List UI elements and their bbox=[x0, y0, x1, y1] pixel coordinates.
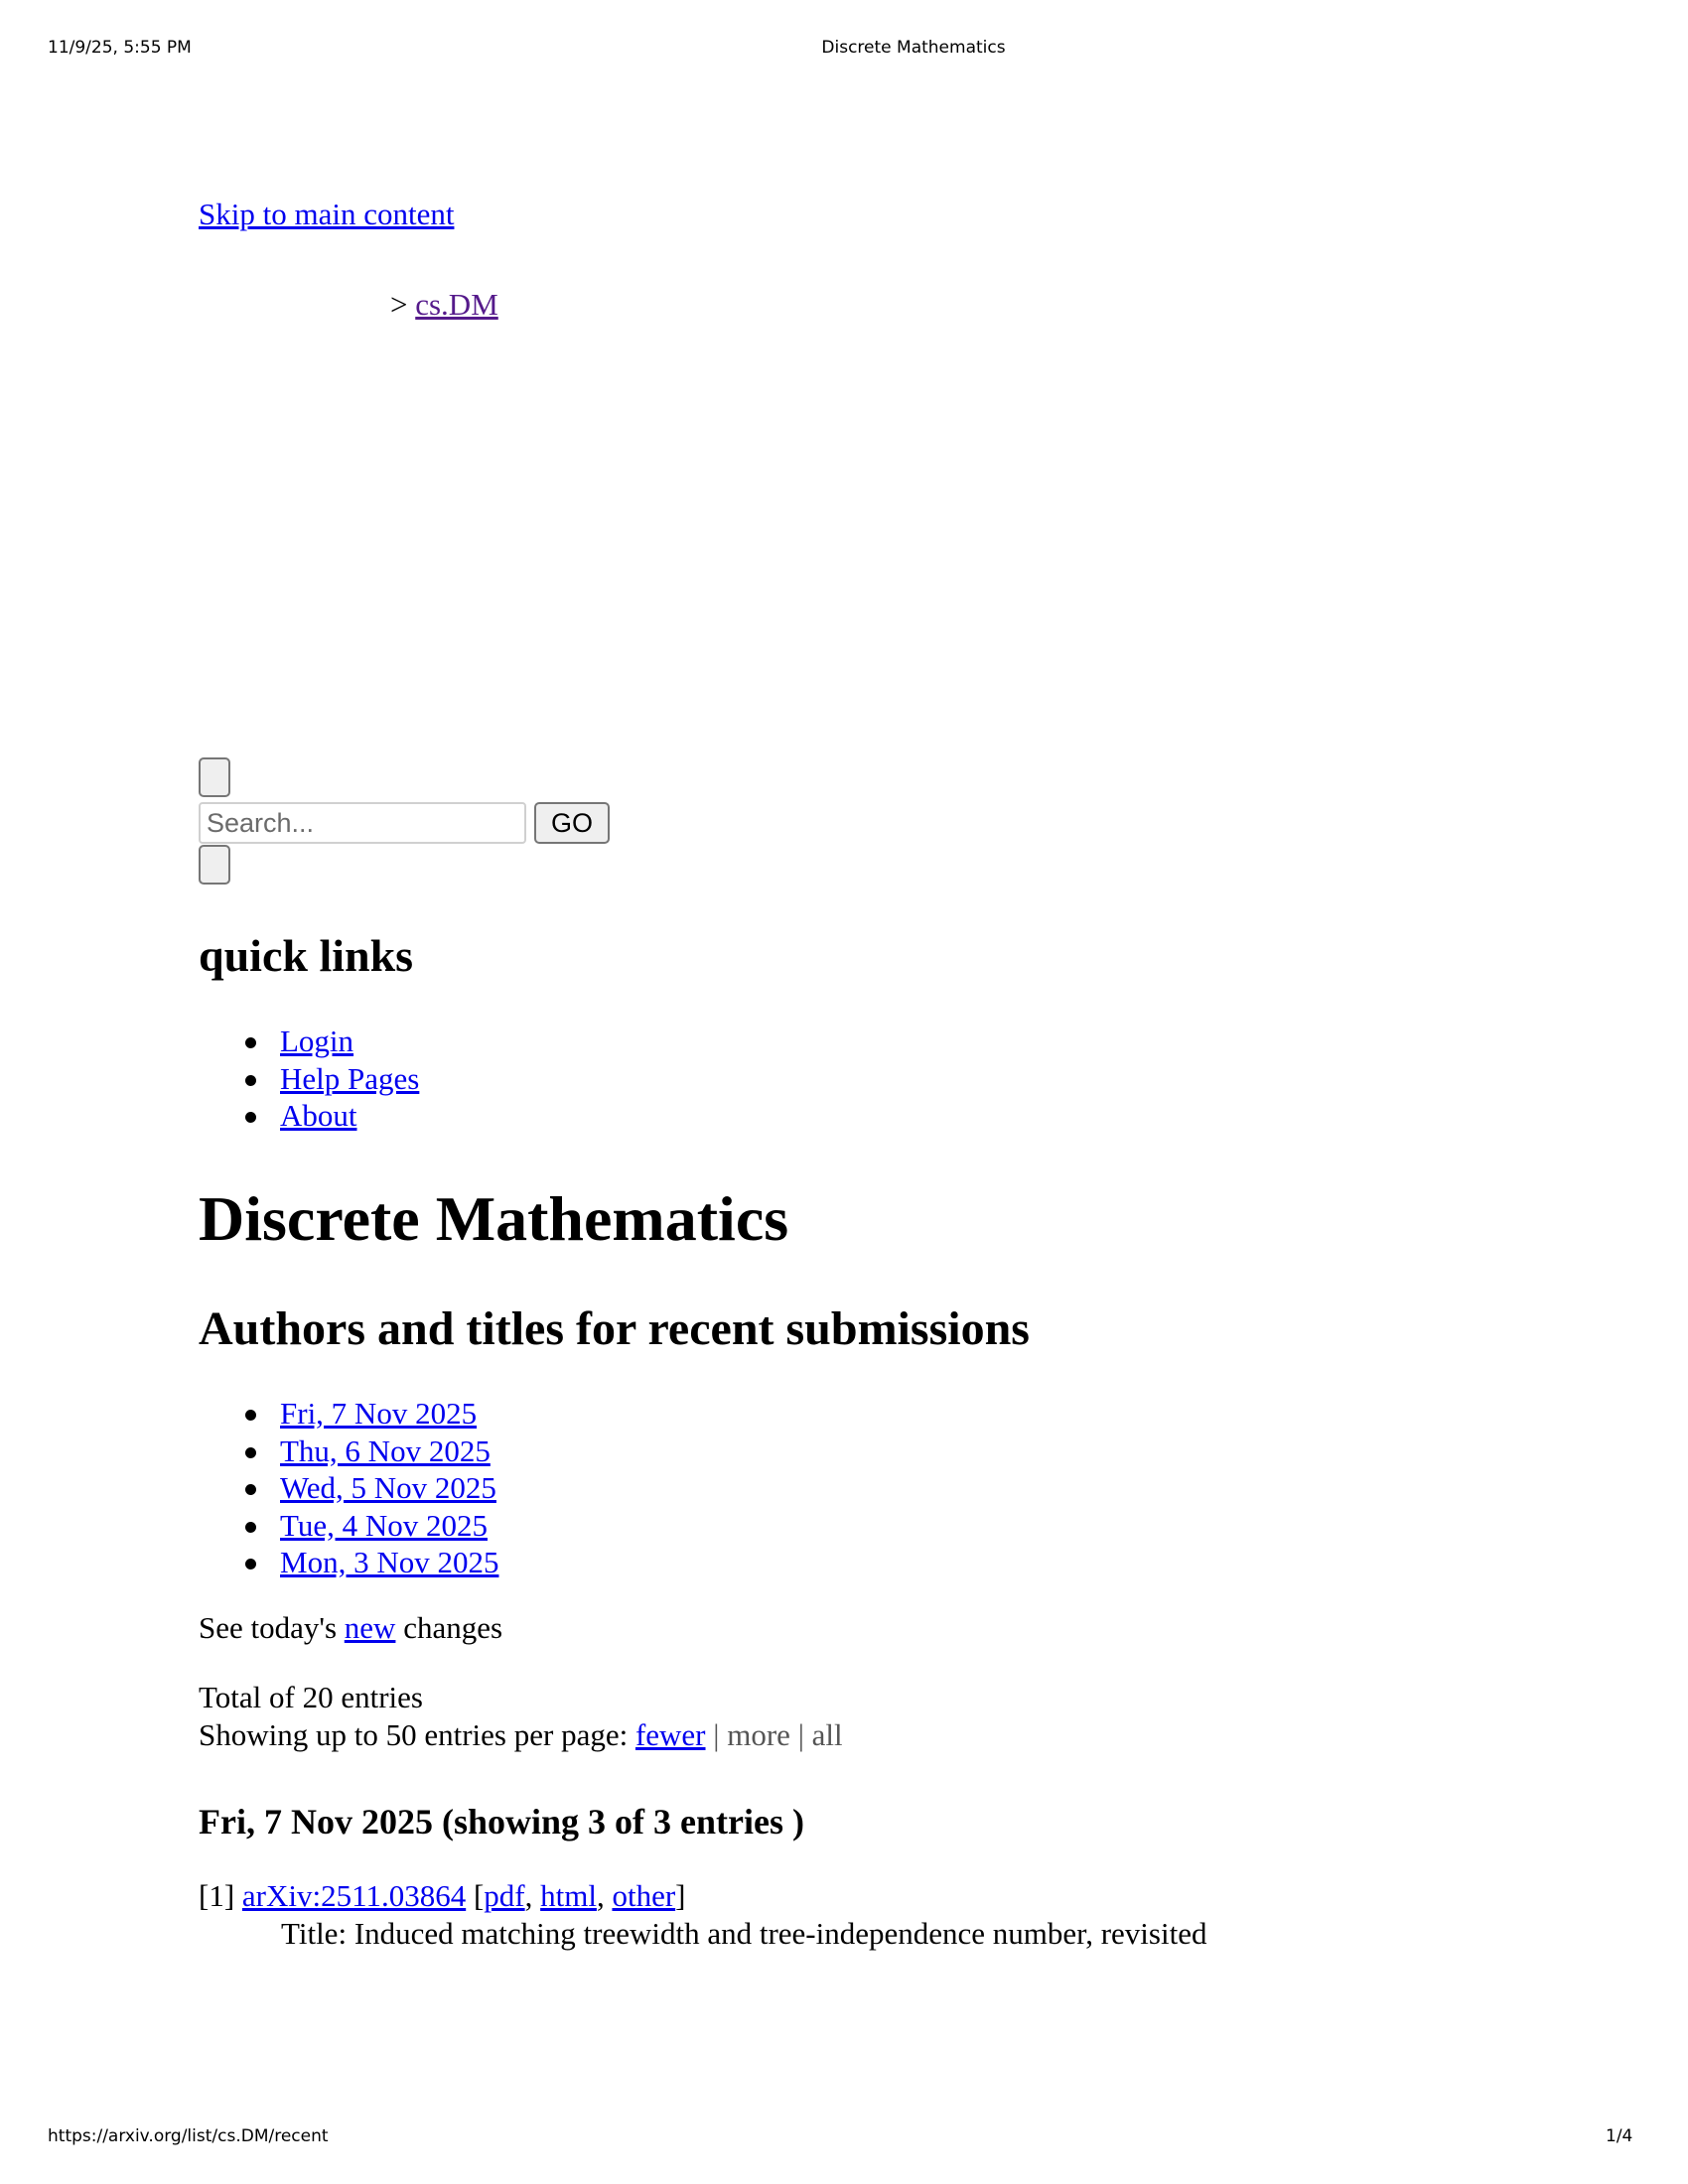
quick-links-list: Login Help Pages About bbox=[199, 1023, 419, 1135]
skip-to-main-link[interactable]: Skip to main content bbox=[199, 196, 454, 233]
entry-id-line: [1] arXiv:2511.03864 [pdf, html, other] bbox=[199, 1877, 685, 1915]
entry-html-link[interactable]: html bbox=[540, 1878, 597, 1913]
print-title: Discrete Mathematics bbox=[821, 38, 1006, 58]
breadcrumb-separator: > bbox=[390, 287, 408, 322]
entry-comma: , bbox=[596, 1878, 605, 1913]
date-link-wed[interactable]: Wed, 5 Nov 2025 bbox=[280, 1470, 496, 1505]
page-subtitle: Authors and titles for recent submission… bbox=[199, 1302, 1030, 1355]
date-link-tue[interactable]: Tue, 4 Nov 2025 bbox=[280, 1508, 488, 1543]
total-entries: Total of 20 entries bbox=[199, 1680, 423, 1714]
entry-title: Induced matching treewidth and tree-inde… bbox=[353, 1916, 1207, 1951]
entry-pdf-link[interactable]: pdf bbox=[484, 1878, 524, 1913]
date-link-mon[interactable]: Mon, 3 Nov 2025 bbox=[280, 1545, 498, 1579]
separator: | bbox=[797, 1717, 804, 1752]
entry-index: [1] bbox=[199, 1878, 235, 1913]
entry-comma: , bbox=[524, 1878, 533, 1913]
new-changes-prefix: See today's bbox=[199, 1610, 338, 1645]
list-item: About bbox=[199, 1097, 419, 1135]
login-link[interactable]: Login bbox=[280, 1024, 353, 1058]
new-changes-link[interactable]: new bbox=[345, 1610, 396, 1645]
list-item: Login bbox=[199, 1023, 419, 1060]
entries-per-page-line: Showing up to 50 entries per page: fewer… bbox=[199, 1716, 843, 1754]
print-url: https://arxiv.org/list/cs.DM/recent bbox=[48, 2126, 329, 2146]
entries-per-page-prefix: Showing up to 50 entries per page: bbox=[199, 1717, 629, 1752]
list-item: Wed, 5 Nov 2025 bbox=[199, 1469, 498, 1507]
entry-close-bracket: ] bbox=[675, 1878, 686, 1913]
breadcrumb-cs-dm-link[interactable]: cs.DM bbox=[415, 287, 498, 322]
entry-arxiv-id-link[interactable]: arXiv:2511.03864 bbox=[242, 1878, 466, 1913]
list-item: Help Pages bbox=[199, 1060, 419, 1098]
more-text: more bbox=[727, 1717, 790, 1752]
quick-links-heading: quick links bbox=[199, 930, 414, 981]
entry-other-link[interactable]: other bbox=[612, 1878, 675, 1913]
about-link[interactable]: About bbox=[280, 1098, 357, 1133]
search-go-button[interactable]: GO bbox=[534, 802, 610, 844]
list-item: Thu, 6 Nov 2025 bbox=[199, 1433, 498, 1470]
new-changes-line: See today's new changes bbox=[199, 1609, 502, 1647]
breadcrumb: > cs.DM bbox=[390, 286, 498, 324]
search-toggle-button[interactable] bbox=[199, 757, 230, 797]
entry-title-line: Title: Induced matching treewidth and tr… bbox=[281, 1915, 1206, 1953]
list-item: Fri, 7 Nov 2025 bbox=[199, 1395, 498, 1433]
help-pages-link[interactable]: Help Pages bbox=[280, 1061, 419, 1096]
list-item: Tue, 4 Nov 2025 bbox=[199, 1507, 498, 1545]
list-item: Mon, 3 Nov 2025 bbox=[199, 1544, 498, 1581]
date-link-thu[interactable]: Thu, 6 Nov 2025 bbox=[280, 1433, 491, 1468]
entry-title-label: Title: bbox=[281, 1916, 348, 1951]
page-title: Discrete Mathematics bbox=[199, 1183, 789, 1254]
fewer-link[interactable]: fewer bbox=[635, 1717, 706, 1752]
day-heading: Fri, 7 Nov 2025 (showing 3 of 3 entries … bbox=[199, 1802, 804, 1842]
search-input[interactable] bbox=[199, 802, 526, 844]
date-list: Fri, 7 Nov 2025 Thu, 6 Nov 2025 Wed, 5 N… bbox=[199, 1395, 498, 1581]
all-text: all bbox=[811, 1717, 843, 1752]
search-option-button[interactable] bbox=[199, 845, 230, 885]
separator: | bbox=[713, 1717, 720, 1752]
print-page-number: 1/4 bbox=[1606, 2126, 1633, 2146]
date-link-fri[interactable]: Fri, 7 Nov 2025 bbox=[280, 1396, 477, 1431]
entry-open-bracket: [ bbox=[473, 1878, 485, 1913]
new-changes-suffix: changes bbox=[403, 1610, 503, 1645]
